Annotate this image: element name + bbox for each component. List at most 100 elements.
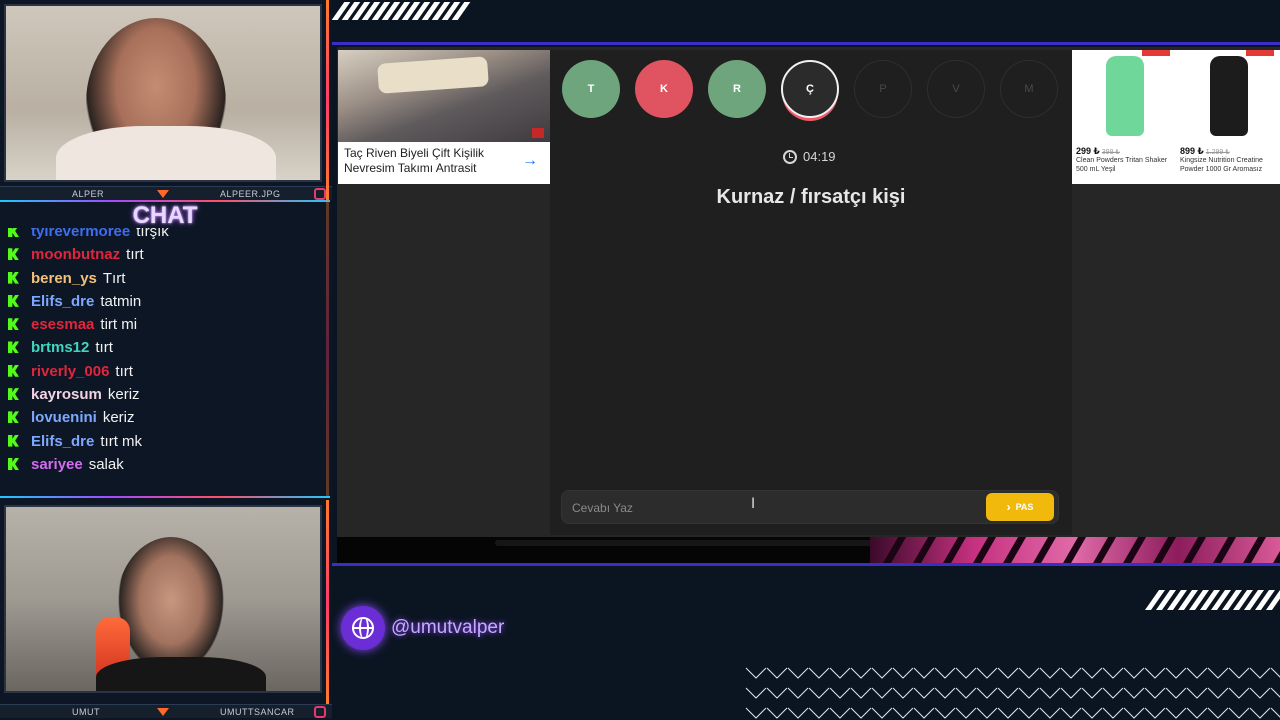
kick-icon (8, 318, 19, 331)
letter-correct: T (562, 60, 620, 118)
streamer-shirt (56, 126, 276, 180)
globe-icon (341, 606, 385, 650)
letter-pending: P (854, 60, 912, 118)
letter-active: Ç (781, 60, 839, 118)
chat-message: brtms12 tırt (8, 338, 326, 361)
letter-wrong: K (635, 60, 693, 118)
kick-icon (8, 457, 19, 470)
stripe (939, 537, 969, 563)
horizontal-scrollbar[interactable] (495, 540, 903, 546)
chat-text: tırt (115, 362, 133, 380)
chat-text: tatmin (100, 292, 142, 310)
chat-username[interactable]: riverly_006 (31, 363, 109, 380)
ad-banner-left[interactable]: Taç Riven Biyeli Çift Kişilik Nevresim T… (338, 50, 550, 184)
stripe (909, 537, 939, 563)
chat-message: esesmaa tirt mi (8, 315, 326, 338)
clue-text: Kurnaz / fırsatçı kişi (716, 186, 906, 208)
stripe (1269, 537, 1280, 563)
chat-message: beren_ys Tırt (8, 269, 326, 292)
ad-caption[interactable]: Taç Riven Biyeli Çift Kişilik Nevresim T… (344, 146, 516, 176)
chat-message: tyirevermoree tırşık (8, 228, 326, 245)
instagram-icon (314, 188, 326, 200)
ad-product[interactable]: 299 ₺ 399 ₺ Clean Powders Tritan Shaker 5… (1072, 50, 1176, 184)
instagram-icon (314, 706, 326, 718)
chat-message: Elifs_dre tırt mk (8, 432, 326, 455)
stripe (1029, 537, 1059, 563)
letter-correct: R (708, 60, 766, 118)
game-board (550, 50, 1072, 535)
pass-button[interactable]: › PAS (986, 493, 1054, 521)
chat-message: sariyee salak (8, 455, 326, 478)
kick-icon (8, 364, 19, 377)
stripe (1119, 537, 1149, 563)
kick-icon (8, 388, 19, 401)
chat-text: keriz (107, 386, 140, 404)
social-handle-block: @umutvalper (341, 606, 504, 650)
timer: 04:19 (783, 149, 836, 164)
answer-bar: › PAS (561, 490, 1059, 524)
product-image (1210, 56, 1248, 136)
ad-image (338, 50, 550, 142)
kick-icon (8, 341, 19, 354)
chat-username[interactable]: tyirevermoree (31, 228, 130, 240)
frame-border-bottom (332, 563, 1280, 566)
stripe (1089, 537, 1119, 563)
cam-top-left-name: ALPER (72, 189, 105, 199)
chat-text: keriz (102, 409, 135, 427)
stripe (879, 537, 909, 563)
chat-text: tırt (95, 339, 113, 357)
product-name: Clean Powders Tritan Shaker 500 mL Yeşil (1076, 157, 1168, 173)
kick-icon (8, 411, 19, 424)
stripe (999, 537, 1029, 563)
chat-text: tirt mi (100, 316, 138, 334)
arrow-right-icon[interactable]: → (522, 152, 538, 170)
kick-icon (8, 294, 19, 307)
accent-line (326, 500, 329, 704)
chat-username[interactable]: lovuenini (31, 409, 97, 426)
cam-bottom-left-name: UMUT (72, 707, 100, 717)
chat-username[interactable]: brtms12 (31, 339, 89, 356)
chat-username[interactable]: sariyee (31, 456, 83, 473)
stripe (969, 537, 999, 563)
accent-line (326, 0, 329, 200)
kick-icon (8, 248, 19, 261)
ad-image-pillow (377, 56, 489, 94)
cam-bottom-right-name: UMUTTSANCAR (220, 707, 295, 717)
chat-text: tırt (126, 246, 144, 264)
stripe (1179, 537, 1209, 563)
chat-text: Tırt (102, 269, 126, 287)
chat-username[interactable]: moonbutnaz (31, 246, 120, 263)
product-image (1106, 56, 1144, 136)
frame-border-top (332, 42, 1280, 45)
kick-icon (8, 271, 19, 284)
streamer-sidebar: ALPER ALPEER.JPG CHAT tyirevermoree tırşı… (0, 0, 332, 720)
chat-username[interactable]: Elifs_dre (31, 293, 94, 310)
stripe (1209, 537, 1239, 563)
chat-username[interactable]: Elifs_dre (31, 433, 94, 450)
webcam-top (4, 4, 322, 182)
accent-line (326, 200, 329, 496)
triangle-icon (157, 190, 169, 198)
ad-info-icon[interactable] (532, 128, 544, 138)
chat-username[interactable]: kayrosum (31, 386, 102, 403)
stripe (1149, 537, 1179, 563)
chat-username[interactable]: esesmaa (31, 316, 94, 333)
chat-username[interactable]: beren_ys (31, 270, 97, 287)
triangle-icon (157, 708, 169, 716)
letter-pending: M (1000, 60, 1058, 118)
cam-top-right-name: ALPEER.JPG (220, 189, 281, 199)
chat-message: riverly_006 tırt (8, 362, 326, 385)
neon-divider (0, 496, 330, 498)
clock-icon (783, 149, 797, 164)
product-name: Kingsize Nutrition Creatine Powder 1000 … (1180, 157, 1263, 173)
network-lines (745, 667, 1280, 719)
webcam-bottom (4, 505, 322, 693)
streamer-shirt (96, 657, 266, 691)
chat-message: moonbutnaz tırt (8, 245, 326, 268)
stripe (1059, 537, 1089, 563)
ad-product[interactable]: 899 ₺ 1.299 ₺ Kingsize Nutrition Creatine… (1176, 50, 1280, 184)
answer-input[interactable] (572, 499, 972, 517)
ad-banner-right[interactable]: 299 ₺ 399 ₺ Clean Powders Tritan Shaker 5… (1072, 50, 1280, 184)
chat-text: salak (88, 455, 124, 473)
chat-text: tırşık (136, 228, 169, 240)
